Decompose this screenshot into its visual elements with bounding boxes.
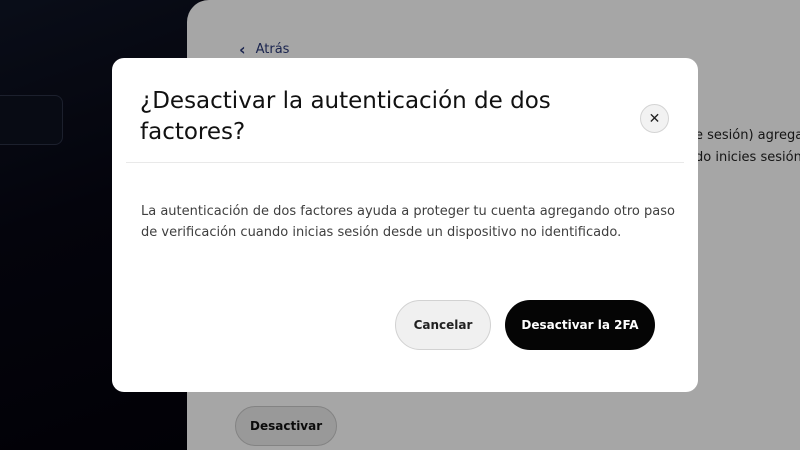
deactivate-2fa-dialog: ¿Desactivar la autenticación de dos fact…: [112, 58, 698, 392]
confirm-deactivate-button[interactable]: Desactivar la 2FA: [505, 300, 655, 350]
dialog-body: La autenticación de dos factores ayuda a…: [141, 204, 675, 240]
close-icon: ✕: [648, 110, 661, 127]
dialog-title: ¿Desactivar la autenticación de dos fact…: [140, 88, 551, 145]
close-button[interactable]: ✕: [640, 104, 669, 133]
cancel-button[interactable]: Cancelar: [395, 300, 491, 350]
dialog-divider: [126, 162, 684, 163]
